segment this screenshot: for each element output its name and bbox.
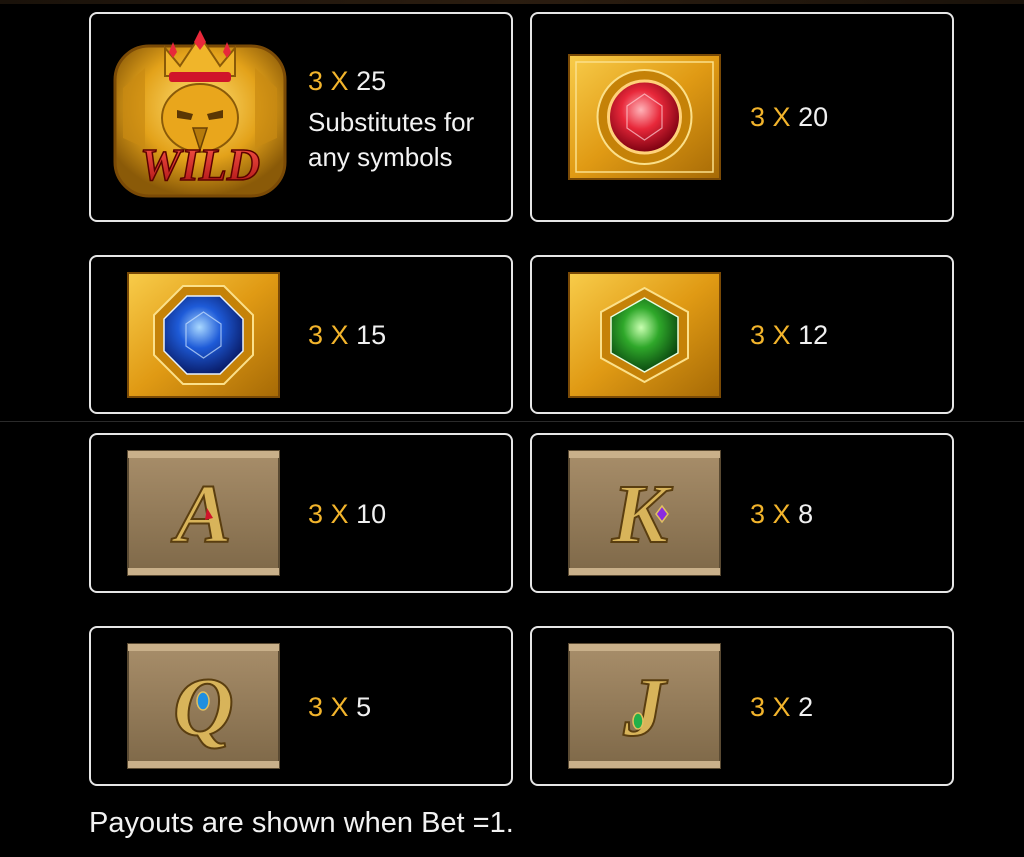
wild-description-line1: Substitutes for: [308, 107, 475, 137]
red-gem-icon: [568, 54, 721, 180]
k-payout: 3 X 8: [750, 497, 813, 531]
red-gem-amount: 20: [798, 102, 829, 132]
blue-gem-amount: 15: [356, 320, 387, 350]
red-gem-multiplier-sign: X: [772, 102, 791, 132]
j-payout: 3 X 2: [750, 690, 813, 724]
q-multiplier-sign: X: [330, 692, 349, 722]
green-gem-count: 3: [750, 320, 766, 350]
blue-gem-multiplier-sign: X: [330, 320, 349, 350]
letter-a-glyph: A: [170, 468, 231, 561]
blue-gem-count: 3: [308, 320, 324, 350]
q-count: 3: [308, 692, 324, 722]
letter-q-symbol-icon: Q: [127, 643, 280, 769]
wild-count: 3: [308, 66, 324, 96]
blue-gem-payout: 3 X 15: [308, 318, 386, 352]
a-count: 3: [308, 499, 324, 529]
k-multiplier-sign: X: [772, 499, 791, 529]
green-gem-multiplier-sign: X: [772, 320, 791, 350]
blue-gem-icon: [127, 272, 280, 398]
q-payout: 3 X 5: [308, 690, 371, 724]
q-amount: 5: [356, 692, 372, 722]
wild-symbol-icon: WILD: [105, 28, 295, 206]
red-gem-payout: 3 X 20: [750, 100, 828, 134]
j-amount: 2: [798, 692, 814, 722]
wild-amount: 25: [356, 66, 387, 96]
k-amount: 8: [798, 499, 814, 529]
payout-footnote: Payouts are shown when Bet =1.: [89, 807, 514, 839]
wild-description-line2: any symbols: [308, 142, 453, 172]
green-gem-amount: 12: [798, 320, 829, 350]
red-gem-count: 3: [750, 102, 766, 132]
section-divider: [0, 421, 1024, 422]
green-gem-icon: [568, 272, 721, 398]
wild-payout: 3 X 25: [308, 64, 386, 98]
letter-j-glyph: J: [623, 661, 669, 754]
svg-text:WILD: WILD: [140, 139, 260, 190]
letter-k-symbol-icon: K: [568, 450, 721, 576]
a-amount: 10: [356, 499, 387, 529]
j-multiplier-sign: X: [772, 692, 791, 722]
a-multiplier-sign: X: [330, 499, 349, 529]
k-count: 3: [750, 499, 766, 529]
wild-multiplier-sign: X: [330, 66, 349, 96]
letter-a-symbol-icon: A: [127, 450, 280, 576]
green-gem-payout: 3 X 12: [750, 318, 828, 352]
top-edge-strip: [0, 0, 1024, 4]
letter-j-symbol-icon: J: [568, 643, 721, 769]
j-count: 3: [750, 692, 766, 722]
a-payout: 3 X 10: [308, 497, 386, 531]
